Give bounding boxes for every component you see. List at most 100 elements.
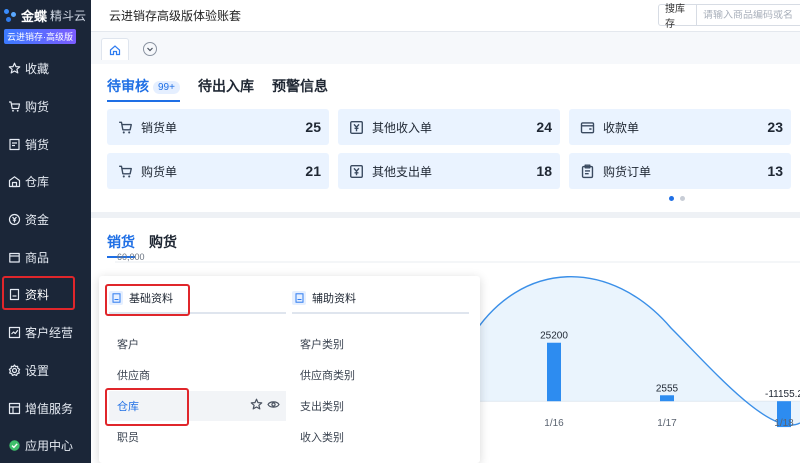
tile-count: 13: [767, 163, 783, 179]
sidebar-item-label: 设置: [25, 363, 50, 378]
sidebar-item-coin[interactable]: 资金: [0, 201, 91, 239]
pending-tasks-card: 待审核 99+ 待出入库 预警信息 销货单 25 其他收入单 24 收款单 23 购货…: [91, 64, 800, 212]
submenu-item-label: 供应商类别: [300, 370, 355, 382]
tab-pending-1[interactable]: 待出入库: [198, 76, 254, 102]
sidebar-item-gear[interactable]: 设置: [0, 352, 91, 390]
tile-label: 其他支出单: [372, 164, 433, 179]
data-label: -11155.2: [765, 389, 800, 400]
sidebar-item-cart[interactable]: 购货: [0, 88, 91, 126]
grid-icon: [7, 401, 21, 415]
tile-count: 18: [536, 163, 552, 179]
coin-icon: [7, 213, 21, 227]
tile-label: 购货订单: [603, 164, 652, 179]
sidebar-item-label: 收藏: [25, 62, 50, 77]
sidebar-item-box[interactable]: 商品: [0, 238, 91, 276]
series-area: [471, 276, 800, 426]
sidebar-item-label: 商品: [25, 250, 50, 265]
bar-mark: [660, 395, 674, 402]
carousel-dot[interactable]: [680, 196, 685, 201]
x-tick-label: 1/16: [544, 418, 564, 429]
sidebar-item-chart-check[interactable]: 客户经营: [0, 314, 91, 352]
sidebar-item-grid[interactable]: 增值服务: [0, 389, 91, 427]
submenu-item-label: 收入类别: [300, 432, 344, 444]
warehouse-icon: [7, 175, 21, 189]
sidebar-item-star[interactable]: 收藏: [0, 50, 91, 88]
home-tab[interactable]: [101, 38, 129, 60]
home-icon: [109, 44, 121, 55]
sidebar-item-label: 仓库: [25, 175, 50, 190]
submenu-item-label: 客户: [117, 339, 139, 351]
pending-tile[interactable]: 销货单 25: [107, 109, 329, 145]
chevron-down-icon: [147, 47, 153, 52]
search-inventory-button[interactable]: 搜库存: [659, 4, 697, 30]
sidebar-item-warehouse[interactable]: 仓库: [0, 163, 91, 201]
account-title: 云进销存高级版体验账套: [109, 9, 242, 23]
logo: 金蝶 精斗云 云进销存·高级版: [0, 0, 91, 50]
submenu-item-basic[interactable]: 职员: [109, 422, 286, 452]
receipt-icon: [7, 137, 21, 151]
tab-dropdown-button[interactable]: [143, 42, 157, 56]
pending-tabs: 待审核 99+ 待出入库 预警信息: [107, 76, 328, 102]
tile-label: 销货单: [141, 120, 178, 135]
count-badge: 99+: [153, 81, 180, 94]
pending-tile[interactable]: 其他支出单 18: [338, 153, 560, 189]
pending-tile[interactable]: 收款单 23: [569, 109, 791, 145]
tile-label: 收款单: [603, 120, 640, 135]
sidebar-nav: 收藏 购货 销货 仓库 资金 商品 资料 客户经营 设置 增值服务 应用中心: [0, 50, 91, 463]
tile-count: 25: [305, 119, 321, 135]
highlight-box-warehouse: [105, 388, 189, 426]
data-label: 2555: [656, 383, 679, 394]
check-circle-icon: [7, 439, 21, 453]
sidebar-item-label: 客户经营: [25, 326, 74, 341]
eye-icon[interactable]: [267, 398, 280, 414]
sidebar-item-label: 资金: [25, 213, 50, 228]
search-input[interactable]: [697, 9, 800, 21]
sidebar: 金蝶 精斗云 云进销存·高级版 收藏 购货 销货 仓库 资金 商品 资料 客户经…: [0, 0, 91, 463]
submenu-item-basic[interactable]: 供应商: [109, 360, 286, 390]
y-tick-label: 60,000: [117, 252, 145, 262]
submenu-item-basic[interactable]: 客户: [109, 329, 286, 359]
submenu-item-auxiliary[interactable]: 收入类别: [292, 422, 469, 452]
carousel-dot[interactable]: [669, 196, 674, 201]
inventory-search: 搜库存: [658, 4, 800, 30]
sidebar-item-receipt[interactable]: 销货: [0, 125, 91, 163]
submenu-item-label: 支出类别: [300, 401, 344, 413]
tab-pending-0[interactable]: 待审核 99+: [107, 76, 180, 102]
submenu-item-label: 客户类别: [300, 339, 344, 351]
cart-icon: [117, 119, 133, 135]
tile-count: 23: [767, 119, 783, 135]
top-bar: 云进销存高级版体验账套 搜库存: [91, 0, 800, 32]
tab-label: 预警信息: [271, 78, 328, 94]
submenu-item-auxiliary[interactable]: 供应商类别: [292, 360, 469, 390]
auxiliary-data-label: 辅助资料: [312, 293, 356, 305]
submenu-item-label: 职员: [117, 432, 139, 444]
submenu-item-auxiliary[interactable]: 支出类别: [292, 391, 469, 421]
star-icon[interactable]: [250, 398, 263, 414]
tab-label: 待审核: [107, 78, 149, 94]
pending-tile[interactable]: 其他收入单 24: [338, 109, 560, 145]
tile-label: 购货单: [141, 164, 178, 179]
brand-main: 金蝶: [21, 9, 48, 24]
brand-sub: 精斗云: [50, 9, 87, 23]
pending-tile[interactable]: 购货订单 13: [569, 153, 791, 189]
bar-mark: [547, 342, 561, 402]
carousel-dots: [669, 196, 685, 201]
pending-tile[interactable]: 购货单 21: [107, 153, 329, 189]
sidebar-item-label: 增值服务: [25, 401, 74, 416]
chart-check-icon: [7, 326, 21, 340]
x-tick-label: 1/18: [774, 418, 794, 429]
tab-pending-2[interactable]: 预警信息: [272, 76, 328, 102]
sidebar-item-label: 销货: [25, 137, 50, 152]
submenu-item-label: 供应商: [117, 370, 150, 382]
sidebar-item-label: 购货: [25, 100, 50, 115]
cart-icon: [117, 163, 133, 179]
submenu-item-auxiliary[interactable]: 客户类别: [292, 329, 469, 359]
x-tick-label: 1/17: [657, 418, 677, 429]
document-icon: [292, 291, 306, 305]
page-tab-row: [91, 32, 800, 64]
cart-icon: [7, 100, 21, 114]
sidebar-item-check-circle[interactable]: 应用中心: [0, 427, 91, 463]
gear-icon: [7, 363, 21, 377]
highlight-box-sidebar: [2, 276, 75, 310]
tile-count: 24: [536, 119, 552, 135]
